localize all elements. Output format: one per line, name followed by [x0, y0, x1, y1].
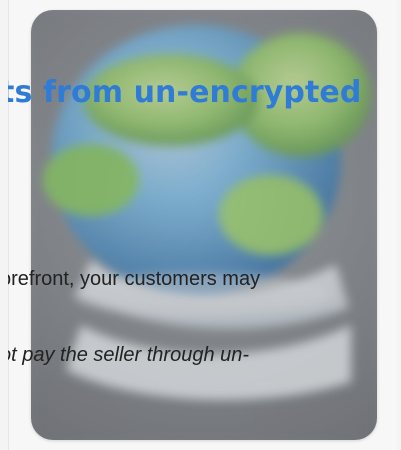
blurred-illustration-card	[31, 10, 377, 440]
screen: ts from un-encrypted orefront, your cust…	[0, 0, 401, 450]
right-gutter	[397, 0, 401, 450]
left-gutter	[0, 0, 8, 450]
globe-icon	[31, 10, 377, 440]
